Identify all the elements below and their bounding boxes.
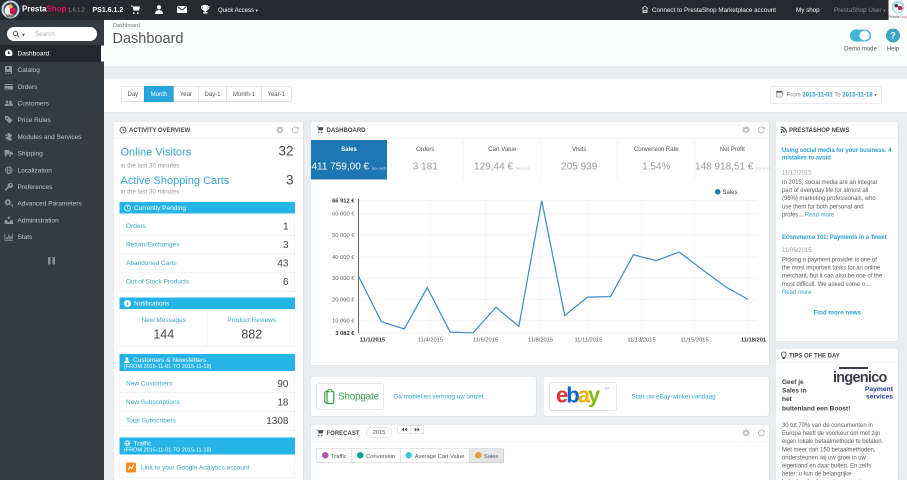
svg-text:10 000 €: 10 000 € [332, 319, 355, 325]
svg-text:11/8/2015: 11/8/2015 [528, 338, 553, 344]
svg-text:66 912 €: 66 912 € [332, 199, 355, 205]
svg-text:20 000 €: 20 000 € [332, 298, 355, 304]
svg-text:40 000 €: 40 000 € [332, 255, 355, 261]
svg-text:3 082 €: 3 082 € [335, 331, 355, 337]
svg-text:11/15/2015: 11/15/2015 [680, 338, 708, 344]
svg-text:11/4/2015: 11/4/2015 [418, 338, 443, 344]
svg-text:60 000 €: 60 000 € [332, 212, 355, 218]
svg-text:11/13/2015: 11/13/2015 [627, 338, 655, 344]
svg-text:11/1/2015: 11/1/2015 [360, 338, 386, 344]
svg-text:50 000 €: 50 000 € [332, 233, 355, 239]
svg-text:11/6/2015: 11/6/2015 [473, 338, 498, 344]
svg-text:30 000 €: 30 000 € [332, 276, 355, 282]
svg-text:11/18/201: 11/18/201 [741, 338, 767, 344]
svg-text:11/11/2015: 11/11/2015 [575, 338, 603, 344]
